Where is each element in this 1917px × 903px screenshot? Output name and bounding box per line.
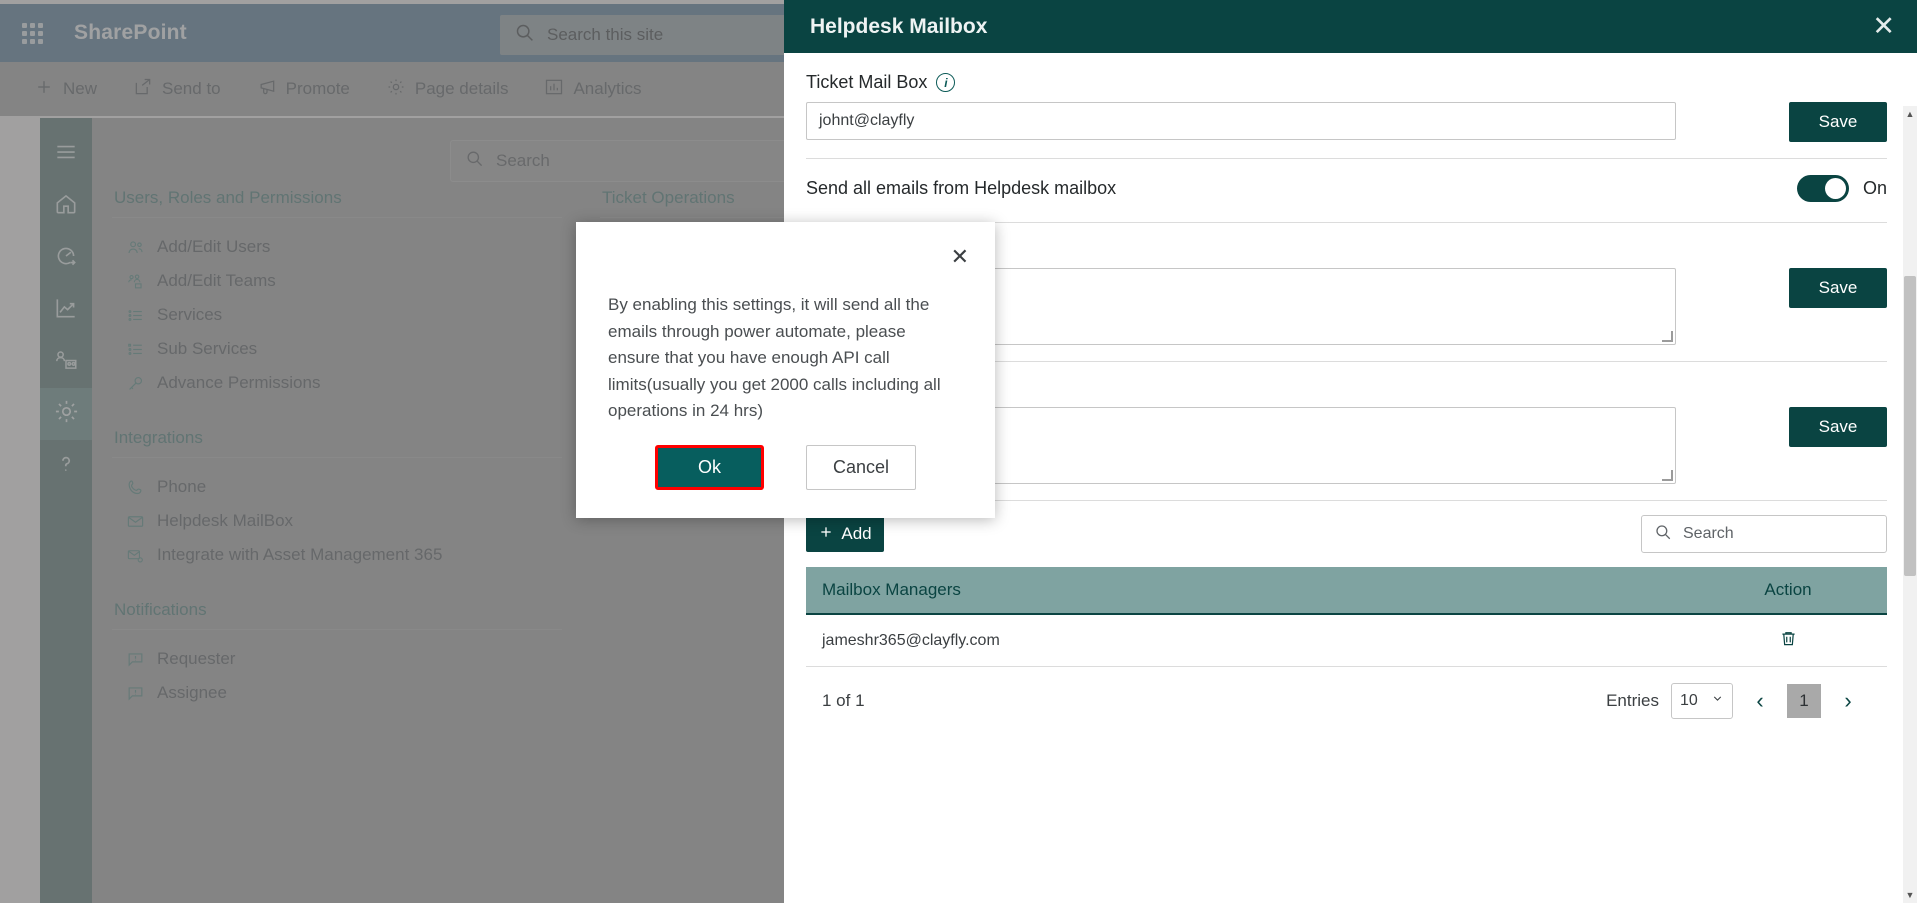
scroll-down-icon[interactable]: ▼ bbox=[1903, 887, 1917, 903]
page-title: Helpdesk Mailbox bbox=[810, 14, 988, 38]
managers-toolbar: Add Search bbox=[806, 515, 1887, 553]
scroll-up-icon[interactable]: ▲ bbox=[1903, 106, 1917, 122]
send-all-emails-state: On bbox=[1862, 178, 1887, 198]
managers-search-input[interactable]: Search bbox=[1641, 515, 1887, 553]
panel-scrollbar[interactable]: ▲ ▼ bbox=[1903, 106, 1917, 903]
save-blocked-domains-button[interactable]: Save bbox=[1789, 407, 1887, 447]
entries-per-page-value: 10 bbox=[1680, 692, 1698, 709]
managers-table: Mailbox Managers Action jameshr365@clayf… bbox=[806, 567, 1887, 667]
ticket-mailbox-row: johnt@clayfly Save bbox=[806, 102, 1887, 142]
chevron-down-icon bbox=[1711, 692, 1724, 710]
divider bbox=[806, 158, 1887, 159]
confirm-dialog: ✕ By enabling this settings, it will sen… bbox=[576, 222, 995, 518]
close-icon[interactable]: ✕ bbox=[1872, 13, 1895, 40]
cancel-button[interactable]: Cancel bbox=[806, 445, 916, 490]
chevron-left-icon[interactable]: ‹ bbox=[1745, 685, 1775, 717]
table-header-row: Mailbox Managers Action bbox=[806, 567, 1887, 615]
delete-manager-button[interactable] bbox=[1713, 628, 1863, 654]
ticket-mailbox-label: Ticket Mail Box bbox=[806, 72, 928, 92]
screen: SharePoint Search this site New bbox=[0, 0, 1917, 903]
chevron-right-icon[interactable]: › bbox=[1833, 685, 1863, 717]
send-all-emails-row: Send all emails from Helpdesk mailbox On bbox=[806, 169, 1887, 206]
ticket-mailbox-label-row: Ticket Mail Box i bbox=[806, 67, 1887, 102]
save-ticket-mailbox-button[interactable]: Save bbox=[1789, 102, 1887, 142]
send-all-emails-toggle[interactable] bbox=[1796, 175, 1849, 202]
add-manager-label: Add bbox=[841, 524, 872, 543]
panel-header: Helpdesk Mailbox ✕ bbox=[784, 0, 1917, 53]
pager-summary: 1 of 1 bbox=[822, 691, 865, 710]
plus-icon bbox=[818, 524, 834, 545]
scrollbar-thumb[interactable] bbox=[1904, 276, 1916, 576]
info-icon[interactable]: i bbox=[936, 73, 956, 92]
send-all-emails-control: On bbox=[1796, 175, 1887, 202]
ok-button[interactable]: Ok bbox=[658, 448, 761, 487]
entries-per-page-select[interactable]: 10 bbox=[1671, 683, 1733, 719]
table-pager: 1 of 1 Entries 10 ‹ 1 › bbox=[806, 667, 1887, 719]
ok-button-highlight: Ok bbox=[655, 445, 764, 490]
column-header-action: Action bbox=[1764, 580, 1812, 599]
add-manager-button[interactable]: Add bbox=[806, 516, 884, 552]
close-icon[interactable]: ✕ bbox=[951, 244, 969, 270]
dialog-actions: Ok Cancel bbox=[576, 445, 995, 490]
pager-controls: Entries 10 ‹ 1 › bbox=[1606, 683, 1863, 719]
table-row: jameshr365@clayfly.com bbox=[806, 615, 1887, 667]
send-all-emails-label: Send all emails from Helpdesk mailbox bbox=[806, 178, 1117, 198]
page-number-button[interactable]: 1 bbox=[1787, 684, 1821, 718]
search-icon bbox=[1654, 523, 1672, 546]
ticket-mailbox-input[interactable]: johnt@clayfly bbox=[806, 102, 1676, 140]
entries-label: Entries bbox=[1606, 691, 1659, 710]
trash-icon bbox=[1778, 628, 1799, 654]
dialog-message: By enabling this settings, it will send … bbox=[608, 295, 941, 421]
save-allowed-domains-button[interactable]: Save bbox=[1789, 268, 1887, 308]
managers-search-placeholder: Search bbox=[1683, 525, 1734, 542]
column-header-mailbox-managers: Mailbox Managers bbox=[822, 580, 961, 599]
cell-manager-email: jameshr365@clayfly.com bbox=[822, 631, 1000, 649]
